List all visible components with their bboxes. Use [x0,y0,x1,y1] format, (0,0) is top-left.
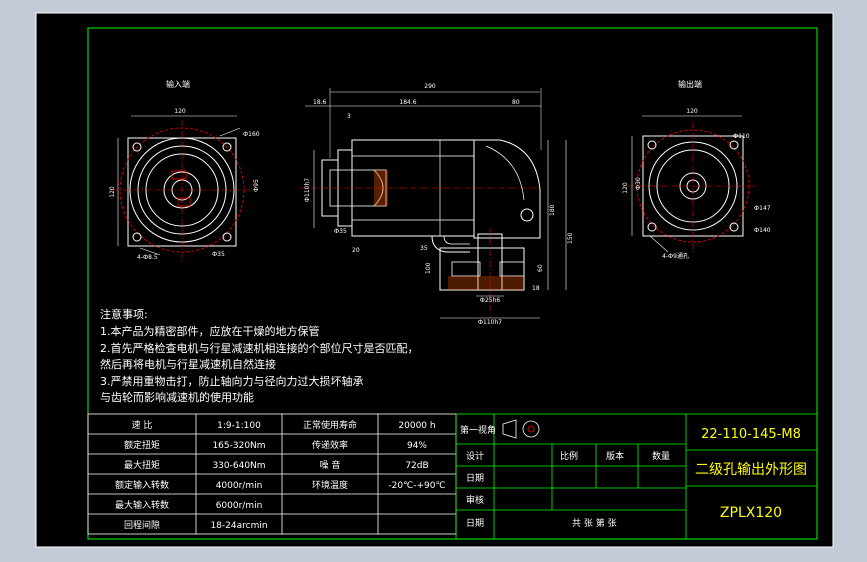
side-base2-dim: Ф110h7 [478,319,502,326]
input-height-dim: 120 [109,186,116,198]
check-label: 审核 [466,494,484,506]
side-h180-dim: 180 [549,204,556,216]
spec-value: 6000r/min [216,501,263,511]
date-label: 日期 [466,473,484,484]
side-h18-dim: 18 [532,285,540,292]
side-left-dim: 18.6 [313,99,327,106]
notes-line: 然后再将电机与行星减速机自然连接 [100,357,276,371]
output-pcd-dim: Ф147 [754,205,771,212]
spec-value: 18-24arcmin [210,521,267,531]
notes-heading: 注意事项: [100,307,148,321]
output-bolt-dim: 4-Ф9通孔 [662,252,689,260]
spec-label: 传递效率 [312,439,348,451]
notes-line: 与齿轮而影响减速机的使用功能 [100,390,254,404]
version-label: 版本 [606,450,624,462]
output-view-title: 输出端 [678,79,702,89]
side-n35-dim: 35 [420,245,428,252]
input-width-dim: 120 [174,108,186,115]
spec-label: 回程间隙 [124,519,160,531]
spec-value: 72dB [405,461,428,471]
design-label: 设计 [466,450,484,462]
scale-label: 比例 [560,450,578,462]
input-view-title: 输入端 [166,79,190,89]
spec-label: 额定输入转数 [115,479,169,491]
spec-label: 额定扭矩 [124,439,160,451]
side-mid-dim: 184.6 [399,99,416,106]
side-h60-dim: 60 [537,264,544,272]
drawing-number: 22-110-145-M8 [701,427,801,442]
spec-label: 环境温度 [312,479,348,491]
side-total-dim: 290 [424,83,436,90]
side-right-dim: 80 [512,99,520,106]
side-h150-dim: 150 [567,232,574,244]
spec-label: 最大输入转数 [115,499,169,511]
quantity-label: 数量 [652,450,670,462]
spec-value: 330-640Nm [212,461,265,471]
date-label: 日期 [466,518,484,529]
side-base1-dim: Ф25h6 [480,297,501,304]
output-width-dim: 120 [686,108,698,115]
drawing-canvas: 输入端 120 120 Ф160 Ф95 4-Ф8.5 Ф35 290 18.6… [35,12,834,548]
input-key-dim: Ф35 [212,251,225,258]
spec-label: 速 比 [132,419,153,431]
drawing-title: 二级孔输出外形图 [695,462,807,478]
projection-label: 第一视角 [460,424,496,436]
notes-line: 3.严禁用重物击打，防止轴向力与径向力过大损坏轴承 [100,374,364,388]
side-flange-dim: 3 [347,113,351,120]
spec-value: 1:9-1:100 [217,421,261,431]
spec-value: -20℃-+90℃ [388,481,445,491]
output-d30-dim: Ф30 [635,177,642,190]
input-bolt-dim: 4-Ф8.5 [137,254,158,261]
spec-label: 正常使用寿命 [303,419,357,431]
sheets-label: 共 张 第 张 [572,517,617,529]
side-bore-dim: Ф110h7 [304,178,311,202]
spec-label: 最大扭矩 [124,459,160,471]
side-shaft-dim: Ф35 [334,228,347,235]
input-pcd-dim: Ф160 [243,131,260,138]
input-face-dim: Ф95 [253,179,260,192]
notes-line: 2.首先严格检查电机与行星减速机相连接的个部位尺寸是否匹配， [100,341,419,355]
spec-value: 94% [407,441,427,451]
notes-line: 1.本产品为精密部件，应放在干燥的地方保管 [100,324,320,338]
spec-label: 噪 音 [320,459,341,471]
model-number: ZPLX120 [720,505,782,521]
side-h100-dim: 100 [425,262,432,274]
side-n20-dim: 20 [352,247,360,254]
spec-value: 20000 h [398,421,435,431]
spec-value: 4000r/min [216,481,263,491]
output-height-dim: 120 [622,182,629,194]
output-d110-dim: Ф110 [733,133,750,140]
spec-value: 165-320Nm [212,441,265,451]
output-face-dim: Ф140 [754,227,771,234]
